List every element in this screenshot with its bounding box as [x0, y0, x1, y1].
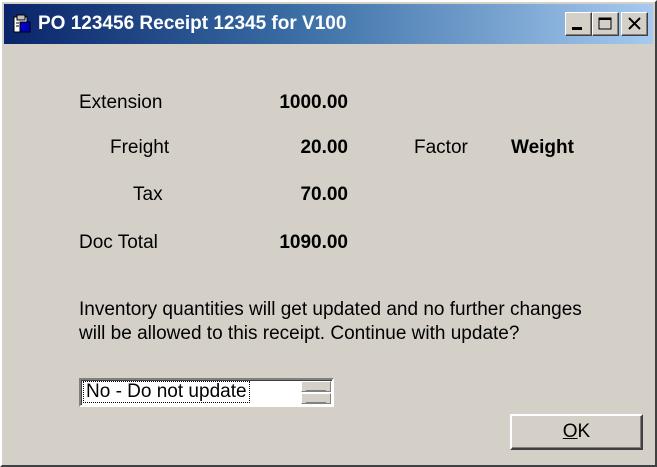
update-choice-spinner[interactable]: [301, 381, 331, 404]
update-choice-value: No - Do not update: [83, 381, 250, 403]
confirmation-message: Inventory quantities will get updated an…: [79, 298, 649, 346]
update-choice-select[interactable]: No - Do not update: [79, 378, 334, 407]
doc-total-label: Doc Total: [79, 232, 158, 253]
extension-label: Extension: [79, 92, 163, 113]
maximize-icon: [598, 17, 612, 30]
close-button[interactable]: [621, 12, 648, 36]
minimize-icon: [572, 27, 582, 30]
tax-label: Tax: [133, 184, 163, 205]
spin-down-icon: [306, 402, 326, 403]
freight-label: Freight: [110, 137, 170, 158]
spin-down-button[interactable]: [301, 393, 331, 404]
window-title: PO 123456 Receipt 12345 for V100: [38, 13, 347, 34]
ok-button-label: K: [577, 421, 591, 442]
factor-value: Weight: [511, 137, 574, 158]
maximize-button[interactable]: [592, 12, 619, 36]
app-icon[interactable]: [12, 14, 32, 34]
message-line-1: Inventory quantities will get updated an…: [79, 299, 582, 320]
spin-up-button[interactable]: [301, 381, 331, 392]
ok-button[interactable]: OK: [510, 414, 643, 450]
ok-button-mnemonic: O: [562, 421, 578, 442]
close-icon: [628, 17, 641, 30]
freight-value: 20.00: [300, 137, 348, 158]
title-bar[interactable]: PO 123456 Receipt 12345 for V100: [4, 4, 653, 44]
extension-value: 1000.00: [279, 92, 348, 113]
factor-label: Factor: [414, 137, 468, 158]
doc-total-value: 1090.00: [279, 232, 348, 253]
tax-value: 70.00: [300, 184, 348, 205]
message-line-2: will be allowed to this receipt. Continu…: [79, 323, 520, 344]
minimize-button[interactable]: [565, 12, 592, 36]
receipt-dialog-window: PO 123456 Receipt 12345 for V100 Extensi…: [0, 0, 657, 467]
